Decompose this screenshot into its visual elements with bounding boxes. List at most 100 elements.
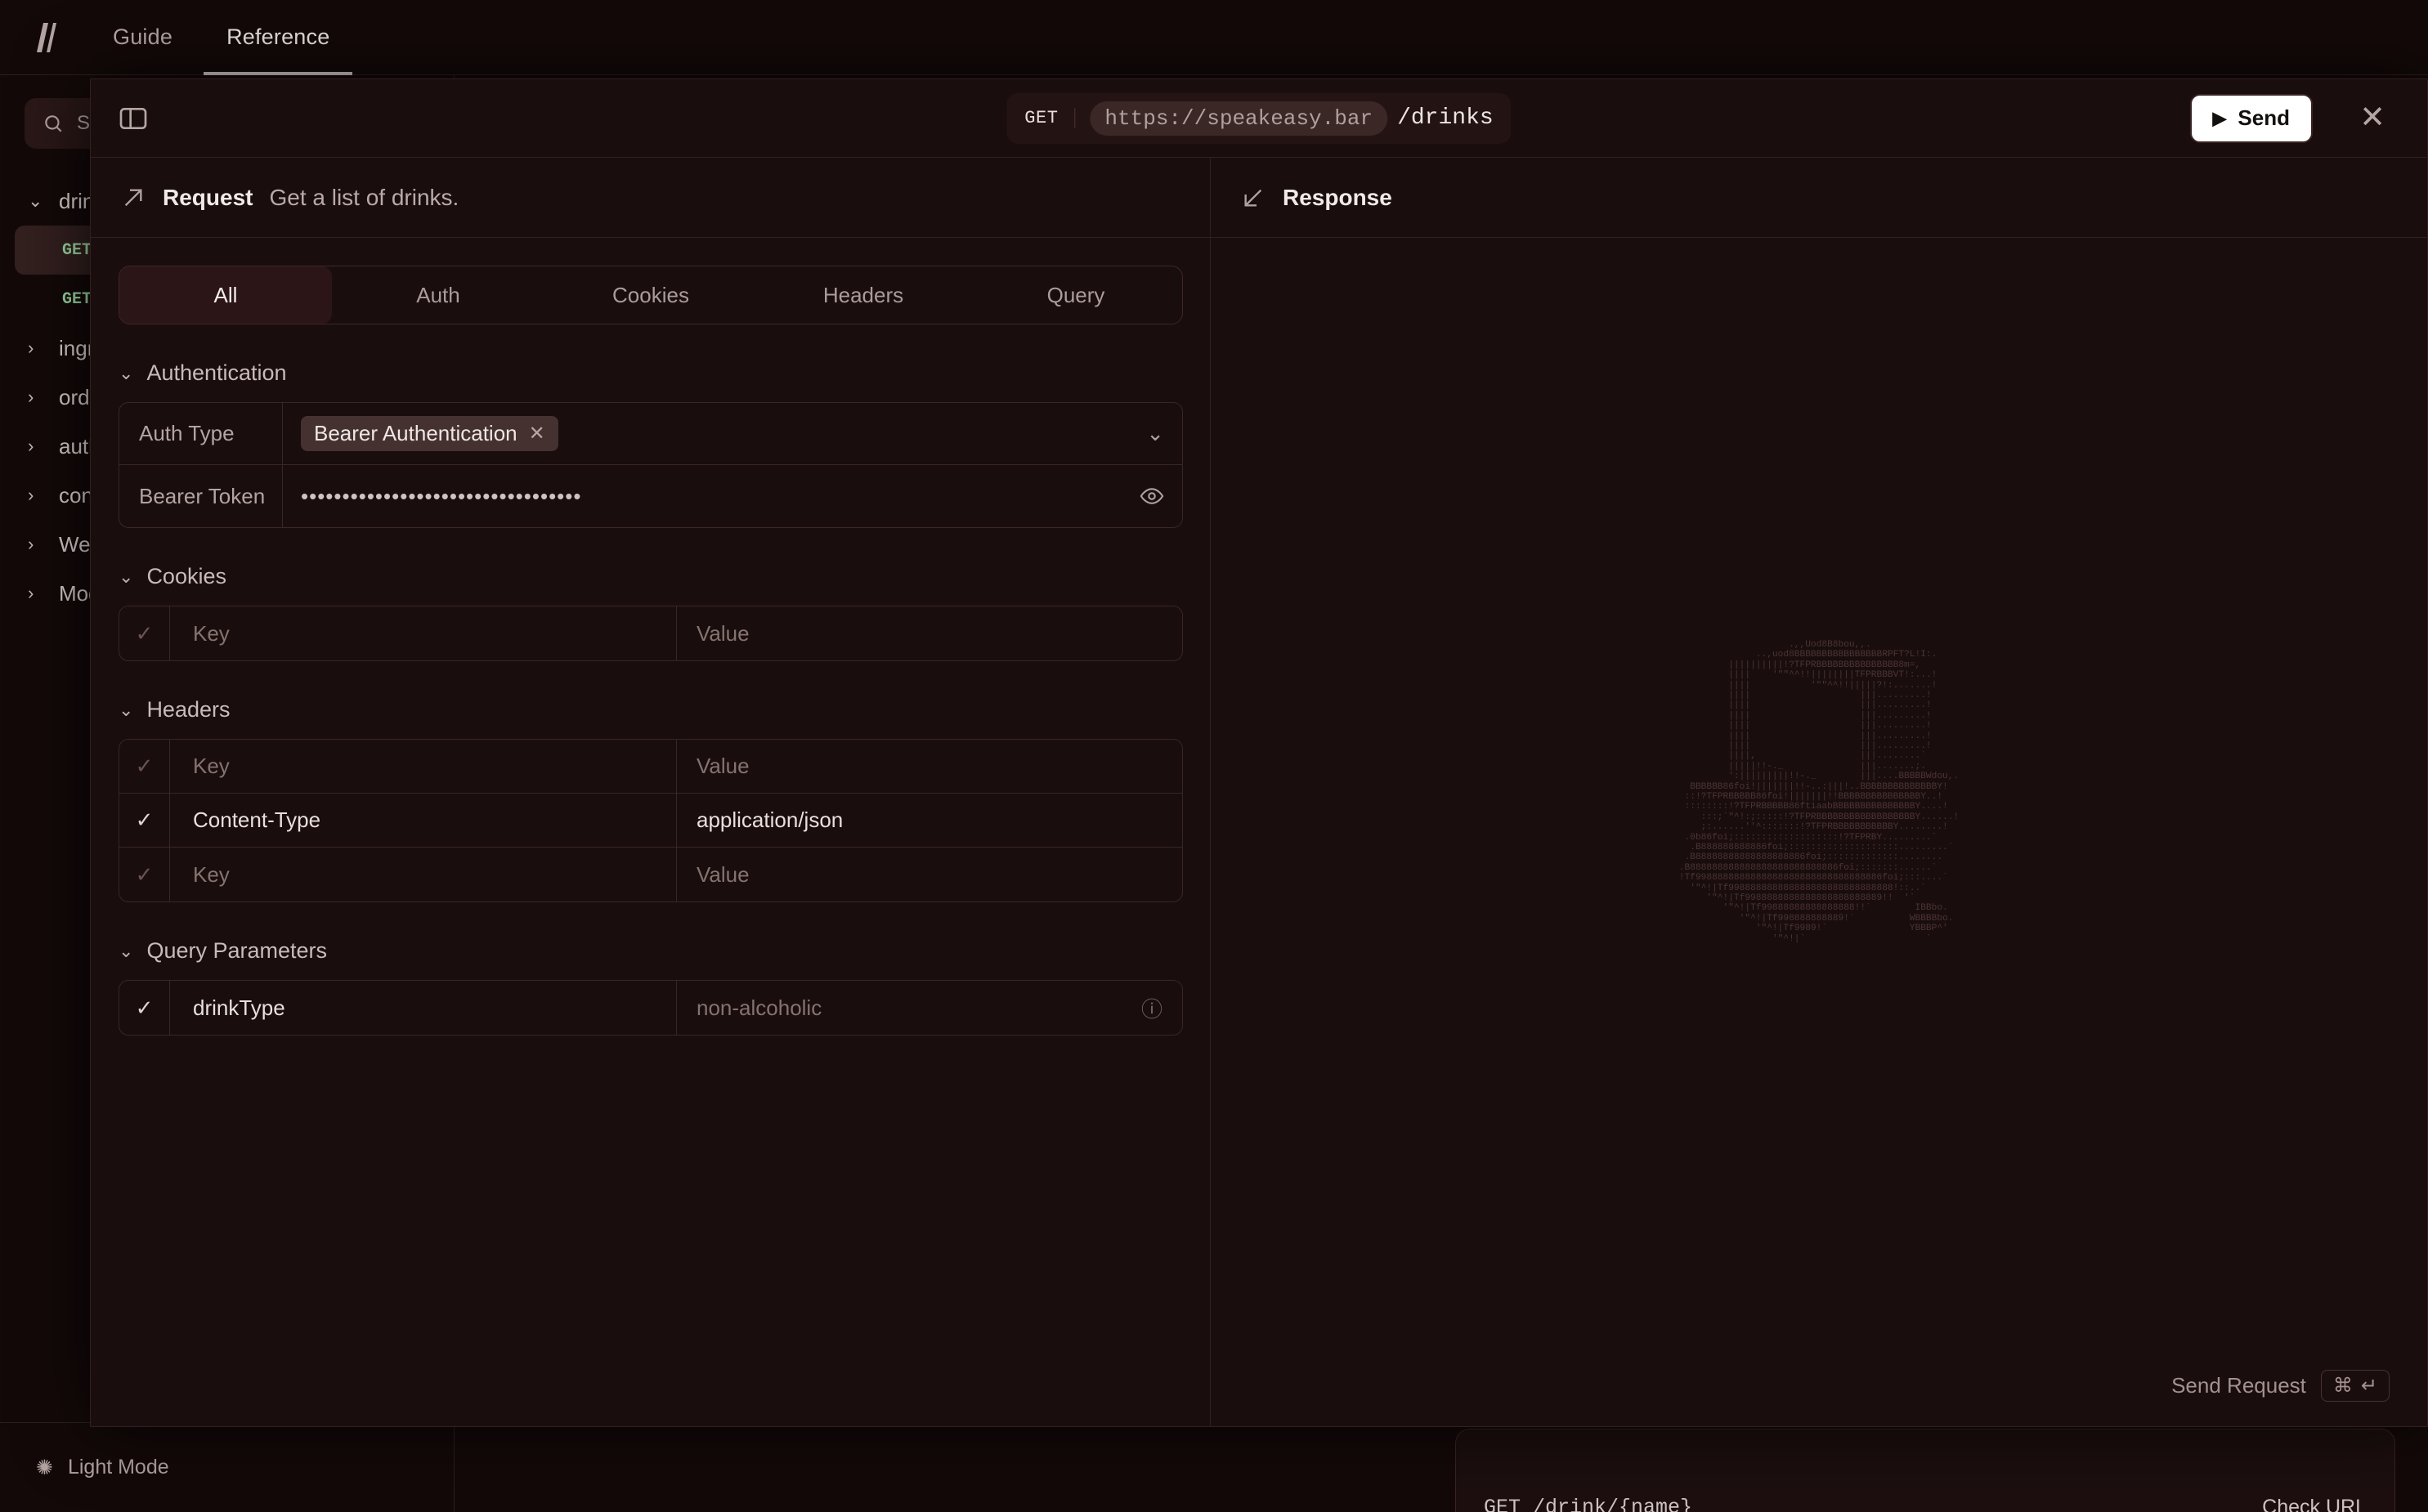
light-mode-toggle[interactable]: ✺ Light Mode bbox=[0, 1422, 454, 1512]
bearer-token-field[interactable]: •••••••••••••••••••••••••••••••••• bbox=[283, 465, 1182, 527]
play-icon: ▶ bbox=[2212, 107, 2227, 128]
row-checkbox[interactable]: ✓ bbox=[119, 848, 170, 901]
authentication-section: ⌄ Authentication Auth Type Bearer Authen… bbox=[119, 360, 1183, 528]
tab-all-label: All bbox=[213, 282, 238, 307]
url-bar[interactable]: GET https://speakeasy.bar /drinks bbox=[1006, 92, 1512, 144]
header-value-text: application/json bbox=[697, 807, 844, 832]
query-param-key[interactable]: drinkType bbox=[170, 981, 677, 1035]
light-mode-label: Light Mode bbox=[67, 1456, 169, 1478]
send-button[interactable]: ▶ Send bbox=[2189, 93, 2313, 143]
table-row: ✓ drinkType non-alcoholic ⓘ bbox=[119, 981, 1182, 1035]
chevron-right-icon: › bbox=[28, 485, 34, 505]
cookie-key-input[interactable]: Key bbox=[170, 606, 677, 660]
chevron-down-icon: ⌄ bbox=[119, 566, 134, 587]
chevron-down-icon: ⌄ bbox=[28, 190, 43, 211]
doc-code-endpoint: GET /drink/{name} bbox=[1484, 1496, 1693, 1512]
speakeasy-logo-icon bbox=[37, 22, 56, 52]
request-header: Request Get a list of drinks. bbox=[91, 158, 1210, 238]
chevron-right-icon: › bbox=[28, 534, 34, 554]
query-param-value-placeholder: non-alcoholic bbox=[697, 995, 822, 1020]
chevron-down-icon[interactable]: ⌄ bbox=[1146, 421, 1164, 446]
row-checkbox[interactable]: ✓ bbox=[119, 740, 170, 793]
headers-section-title: Headers bbox=[146, 697, 231, 722]
header-value-placeholder: Value bbox=[697, 861, 750, 887]
close-icon[interactable]: ✕ bbox=[529, 422, 545, 445]
cookie-value-placeholder: Value bbox=[697, 620, 750, 646]
tab-auth-label: Auth bbox=[416, 282, 460, 307]
sidebar-item-get-drinks-label: GET bbox=[62, 240, 92, 260]
query-parameters-section-title: Query Parameters bbox=[146, 938, 328, 963]
tab-cookies[interactable]: Cookies bbox=[544, 266, 757, 324]
row-checkbox[interactable]: ✓ bbox=[119, 794, 170, 847]
cookies-table: ✓ Key Value bbox=[119, 606, 1183, 661]
table-row: ✓ Content-Type application/json bbox=[119, 794, 1182, 848]
headers-table: ✓ Key Value ✓ Content-Type application/j… bbox=[119, 739, 1183, 902]
nav-tab-guide[interactable]: Guide bbox=[90, 0, 195, 75]
close-icon[interactable]: ✕ bbox=[2354, 100, 2391, 137]
auth-type-select[interactable]: Bearer Authentication ✕ ⌄ bbox=[283, 403, 1182, 464]
request-body: All Auth Cookies Headers Query ⌄ Authent… bbox=[91, 238, 1210, 1036]
send-button-label: Send bbox=[2238, 105, 2290, 130]
auth-type-chip-label: Bearer Authentication bbox=[314, 421, 517, 445]
headers-section-header[interactable]: ⌄ Headers bbox=[119, 697, 1182, 722]
chevron-right-icon: › bbox=[28, 583, 34, 603]
logo[interactable] bbox=[0, 0, 90, 75]
try-it-modal: GET https://speakeasy.bar /drinks ▶ Send… bbox=[90, 78, 2428, 1427]
cookie-value-input[interactable]: Value bbox=[677, 606, 1182, 660]
tab-headers[interactable]: Headers bbox=[757, 266, 970, 324]
cookies-section-header[interactable]: ⌄ Cookies bbox=[119, 564, 1182, 589]
command-key-icon: ⌘ bbox=[2332, 1375, 2353, 1397]
query-parameters-section: ⌄ Query Parameters ✓ drinkType non-alcoh… bbox=[119, 938, 1183, 1036]
info-icon[interactable]: ⓘ bbox=[1141, 993, 1162, 1023]
query-parameters-table: ✓ drinkType non-alcoholic ⓘ bbox=[119, 980, 1183, 1036]
header-value-input[interactable]: Value bbox=[677, 848, 1182, 901]
server-url[interactable]: https://speakeasy.bar bbox=[1090, 101, 1388, 136]
chevron-down-icon: ⌄ bbox=[119, 940, 134, 961]
auth-type-chip[interactable]: Bearer Authentication ✕ bbox=[301, 416, 558, 451]
doc-code-check-url: Check URL bbox=[2262, 1496, 2367, 1512]
arrow-up-right-icon bbox=[124, 188, 142, 206]
request-title: Request bbox=[163, 184, 253, 210]
request-description: Get a list of drinks. bbox=[269, 184, 459, 210]
chevron-right-icon: › bbox=[28, 387, 34, 407]
request-tabs: All Auth Cookies Headers Query bbox=[119, 266, 1183, 324]
eye-icon[interactable] bbox=[1140, 484, 1164, 508]
header-key-input[interactable]: Key bbox=[170, 848, 677, 901]
sun-icon: ✺ bbox=[36, 1456, 53, 1479]
nav-tab-reference[interactable]: Reference bbox=[204, 0, 353, 75]
auth-type-row: Auth Type Bearer Authentication ✕ ⌄ bbox=[119, 403, 1182, 465]
tab-all[interactable]: All bbox=[119, 266, 332, 324]
bearer-token-row: Bearer Token •••••••••••••••••••••••••••… bbox=[119, 465, 1182, 527]
doc-code-card[interactable]: GET /drink/{name} Check URL bbox=[1455, 1429, 2395, 1512]
tab-query[interactable]: Query bbox=[970, 266, 1182, 324]
chevron-right-icon: › bbox=[28, 436, 34, 456]
headers-section: ⌄ Headers ✓ Key Value ✓ Content-Type app… bbox=[119, 697, 1183, 902]
auth-type-label: Auth Type bbox=[119, 403, 283, 464]
send-request-label: Send Request bbox=[2171, 1373, 2306, 1398]
authentication-section-title: Authentication bbox=[146, 360, 287, 385]
url-path: /drinks bbox=[1397, 105, 1494, 131]
send-request-hint: Send Request ⌘ ↵ bbox=[2171, 1370, 2390, 1402]
top-navigation: Guide Reference bbox=[0, 0, 2428, 75]
authentication-table: Auth Type Bearer Authentication ✕ ⌄ Bear… bbox=[119, 402, 1183, 528]
header-key-input[interactable]: Key bbox=[170, 740, 677, 793]
row-checkbox[interactable]: ✓ bbox=[119, 981, 170, 1035]
panel-layout-icon[interactable] bbox=[117, 102, 150, 135]
response-pane: Response .,,Uod8B8bou,,. ..,uod8BBBBBBBB… bbox=[1211, 158, 2427, 1426]
header-value-input[interactable]: Value bbox=[677, 740, 1182, 793]
nav-tabs: Guide Reference bbox=[90, 0, 353, 75]
query-parameters-section-header[interactable]: ⌄ Query Parameters bbox=[119, 938, 1182, 964]
header-key-input[interactable]: Content-Type bbox=[170, 794, 677, 847]
table-row: ✓ Key Value bbox=[119, 740, 1182, 794]
tab-headers-label: Headers bbox=[822, 282, 904, 307]
request-pane: Request Get a list of drinks. All Auth C… bbox=[91, 158, 1211, 1426]
enter-key-icon: ↵ bbox=[2360, 1375, 2377, 1397]
sidebar-item-get-drink-label: GET bbox=[62, 289, 92, 309]
header-value-input[interactable]: application/json bbox=[677, 794, 1182, 847]
header-value-placeholder: Value bbox=[697, 754, 750, 778]
query-param-value-input[interactable]: non-alcoholic ⓘ bbox=[677, 981, 1182, 1035]
row-checkbox[interactable]: ✓ bbox=[119, 606, 170, 660]
authentication-section-header[interactable]: ⌄ Authentication bbox=[119, 360, 1182, 386]
tab-auth[interactable]: Auth bbox=[332, 266, 544, 324]
search-icon bbox=[45, 115, 62, 132]
